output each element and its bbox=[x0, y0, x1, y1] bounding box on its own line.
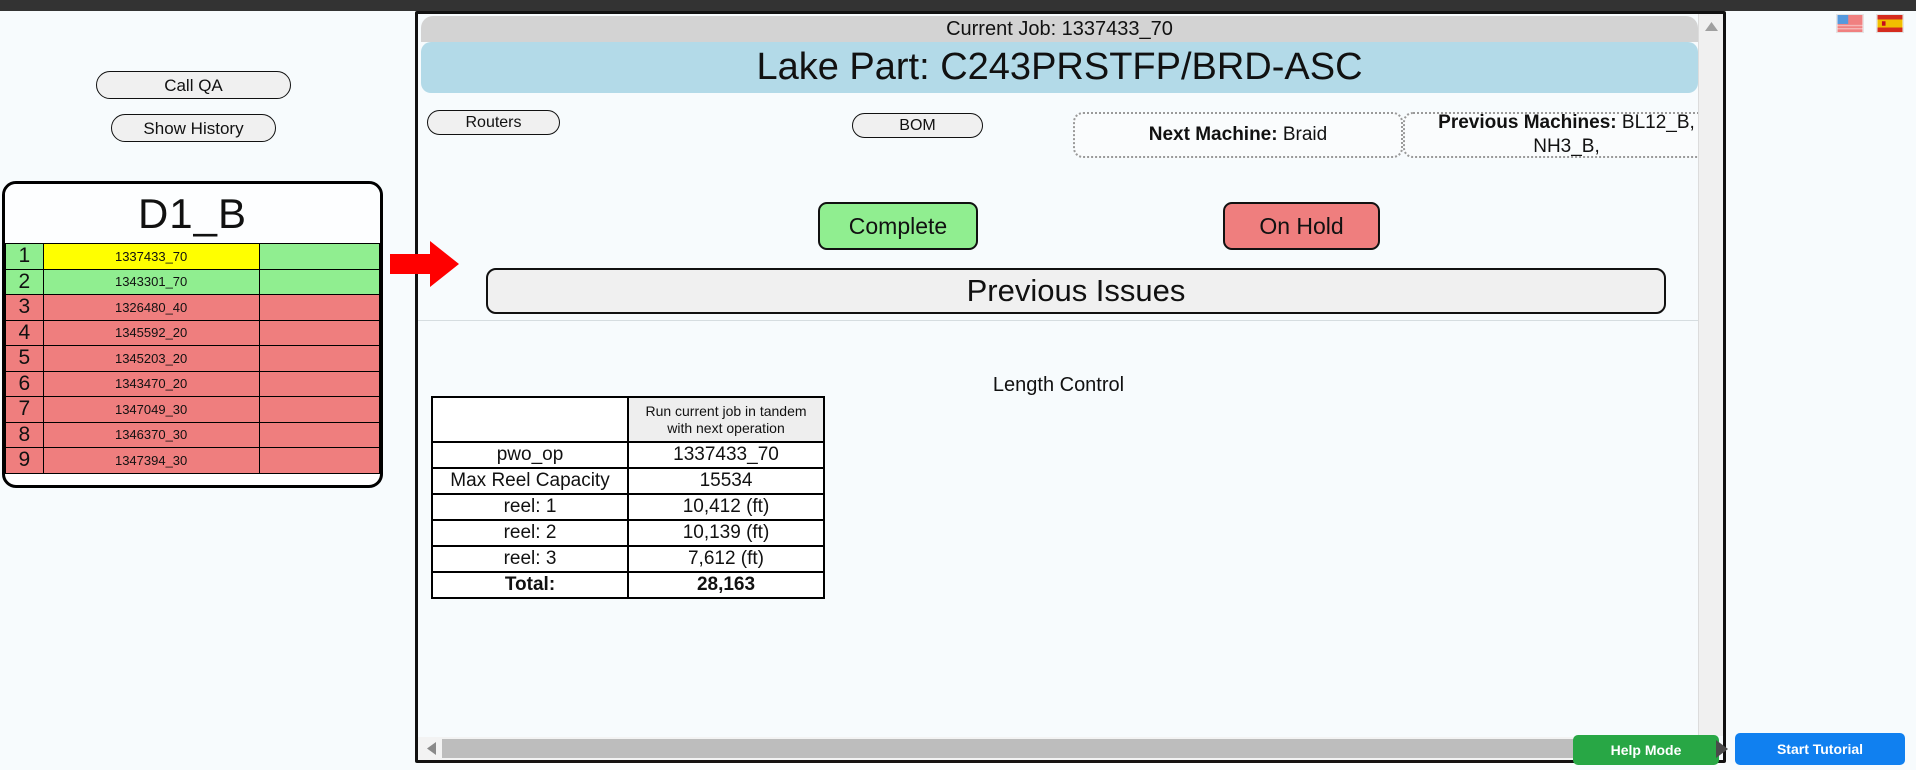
language-switcher bbox=[1836, 14, 1904, 33]
main-application-window: Current Job: 1337433_70 Lake Part: C243P… bbox=[415, 11, 1726, 763]
queue-row-index: 2 bbox=[5, 268, 44, 295]
vertical-scrollbar[interactable] bbox=[1698, 14, 1723, 736]
queue-row-job[interactable]: 1345592_20 bbox=[42, 319, 260, 346]
current-job-banner: Current Job: 1337433_70 bbox=[421, 16, 1698, 42]
next-machine-label: Next Machine: bbox=[1148, 124, 1278, 146]
horizontal-scrollbar-thumb[interactable] bbox=[442, 739, 1698, 758]
queue-row-status-cell bbox=[258, 319, 380, 346]
scroll-up-arrow-icon[interactable] bbox=[1699, 16, 1723, 36]
queue-row-status-cell bbox=[258, 345, 380, 372]
table-row: reel: 1 10,412 (ft) bbox=[431, 493, 825, 521]
queue-row-job[interactable]: 1345203_20 bbox=[42, 345, 260, 372]
length-control-row-label: Max Reel Capacity bbox=[431, 467, 629, 495]
spain-flag-icon[interactable] bbox=[1876, 14, 1904, 33]
length-control-total-label: Total: bbox=[431, 571, 629, 599]
table-row[interactable]: 1 1337433_70 bbox=[5, 243, 380, 270]
length-control-row-label: reel: 1 bbox=[431, 493, 629, 521]
length-control-table: Run current job in tandem with next oper… bbox=[431, 396, 825, 599]
table-row: reel: 2 10,139 (ft) bbox=[431, 519, 825, 547]
queue-row-status-cell bbox=[258, 370, 380, 397]
table-row: Run current job in tandem with next oper… bbox=[431, 396, 825, 443]
next-machine-info: Next Machine: Braid bbox=[1073, 112, 1403, 158]
queue-row-job[interactable]: 1346370_30 bbox=[42, 421, 260, 448]
queue-row-index: 8 bbox=[5, 421, 44, 448]
table-row[interactable]: 4 1345592_20 bbox=[5, 319, 380, 346]
queue-row-job[interactable]: 1347049_30 bbox=[42, 396, 260, 423]
queue-row-index: 6 bbox=[5, 370, 44, 397]
previous-machines-label: Previous Machines: bbox=[1438, 112, 1617, 134]
lake-part-banner: Lake Part: C243PRSTFP/BRD-ASC bbox=[421, 42, 1698, 93]
queue-row-status-cell bbox=[258, 447, 380, 474]
start-tutorial-button[interactable]: Start Tutorial bbox=[1735, 733, 1905, 765]
table-row[interactable]: 7 1347049_30 bbox=[5, 396, 380, 423]
help-mode-pointer-icon bbox=[1716, 740, 1728, 758]
queue-row-job[interactable]: 1343301_70 bbox=[42, 268, 260, 295]
job-queue-table: 1 1337433_70 2 1343301_70 3 1326480_40 4 134… bbox=[5, 243, 380, 474]
queue-row-index: 9 bbox=[5, 447, 44, 474]
queue-row-status-cell bbox=[258, 421, 380, 448]
length-control-row-value: 10,139 (ft) bbox=[627, 519, 825, 547]
queue-row-job[interactable]: 1326480_40 bbox=[42, 294, 260, 321]
table-row: reel: 3 7,612 (ft) bbox=[431, 545, 825, 573]
queue-row-index: 7 bbox=[5, 396, 44, 423]
queue-row-job[interactable]: 1347394_30 bbox=[42, 447, 260, 474]
length-control-row-label: pwo_op bbox=[431, 441, 629, 469]
queue-row-status-cell bbox=[258, 268, 380, 295]
browser-top-bar bbox=[0, 0, 1916, 11]
table-row: Total: 28,163 bbox=[431, 571, 825, 599]
bom-button[interactable]: BOM bbox=[852, 113, 983, 138]
length-control-row-value: 10,412 (ft) bbox=[627, 493, 825, 521]
left-panel: Call QA Show History D1_B 1 1337433_70 21… bbox=[0, 11, 417, 770]
us-flag-icon[interactable] bbox=[1836, 14, 1864, 33]
help-mode-button[interactable]: Help Mode bbox=[1573, 735, 1719, 765]
queue-row-index: 3 bbox=[5, 294, 44, 321]
show-history-button[interactable]: Show History bbox=[111, 114, 276, 142]
queue-row-index: 4 bbox=[5, 319, 44, 346]
call-qa-button[interactable]: Call QA bbox=[96, 71, 291, 99]
complete-button[interactable]: Complete bbox=[818, 202, 978, 250]
length-control-title: Length Control bbox=[992, 374, 1125, 396]
queue-row-index: 5 bbox=[5, 345, 44, 372]
table-row[interactable]: 9 1347394_30 bbox=[5, 447, 380, 474]
previous-issues-button[interactable]: Previous Issues bbox=[486, 268, 1666, 314]
length-control-row-value: 15534 bbox=[627, 467, 825, 495]
routers-button[interactable]: Routers bbox=[427, 110, 560, 135]
table-row[interactable]: 6 1343470_20 bbox=[5, 370, 380, 397]
length-control-row-label: reel: 3 bbox=[431, 545, 629, 573]
machine-name-title: D1_B bbox=[5, 184, 380, 243]
previous-machines-info: Previous Machines: BL12_B, NH3_B, bbox=[1403, 112, 1723, 158]
table-row[interactable]: 8 1346370_30 bbox=[5, 421, 380, 448]
length-control-table-wrapper: Run current job in tandem with next oper… bbox=[431, 396, 825, 599]
length-control-header-blank bbox=[431, 396, 629, 443]
table-row: Max Reel Capacity 15534 bbox=[431, 467, 825, 495]
section-divider bbox=[418, 320, 1699, 321]
main-scroll-content: Current Job: 1337433_70 Lake Part: C243P… bbox=[418, 14, 1723, 736]
table-row[interactable]: 2 1343301_70 bbox=[5, 268, 380, 295]
table-row[interactable]: 3 1326480_40 bbox=[5, 294, 380, 321]
length-control-row-value: 7,612 (ft) bbox=[627, 545, 825, 573]
queue-row-job[interactable]: 1343470_20 bbox=[42, 370, 260, 397]
length-control-total-value: 28,163 bbox=[627, 571, 825, 599]
queue-row-status-cell bbox=[258, 294, 380, 321]
queue-row-status-cell bbox=[258, 243, 380, 270]
scroll-left-arrow-icon[interactable] bbox=[420, 737, 442, 760]
length-control-row-value: 1337433_70 bbox=[627, 441, 825, 469]
table-row[interactable]: 5 1345203_20 bbox=[5, 345, 380, 372]
queue-row-index: 1 bbox=[5, 243, 44, 270]
on-hold-button[interactable]: On Hold bbox=[1223, 202, 1380, 250]
queue-row-job[interactable]: 1337433_70 bbox=[42, 243, 260, 270]
machine-queue-card: D1_B 1 1337433_70 2 1343301_70 3 1326480_40… bbox=[2, 181, 383, 488]
next-machine-value: Braid bbox=[1282, 124, 1328, 146]
table-row: pwo_op 1337433_70 bbox=[431, 441, 825, 469]
horizontal-scrollbar[interactable] bbox=[418, 737, 1698, 760]
queue-row-status-cell bbox=[258, 396, 380, 423]
tandem-run-header: Run current job in tandem with next oper… bbox=[627, 396, 825, 443]
red-right-arrow-icon bbox=[390, 241, 459, 287]
length-control-row-label: reel: 2 bbox=[431, 519, 629, 547]
